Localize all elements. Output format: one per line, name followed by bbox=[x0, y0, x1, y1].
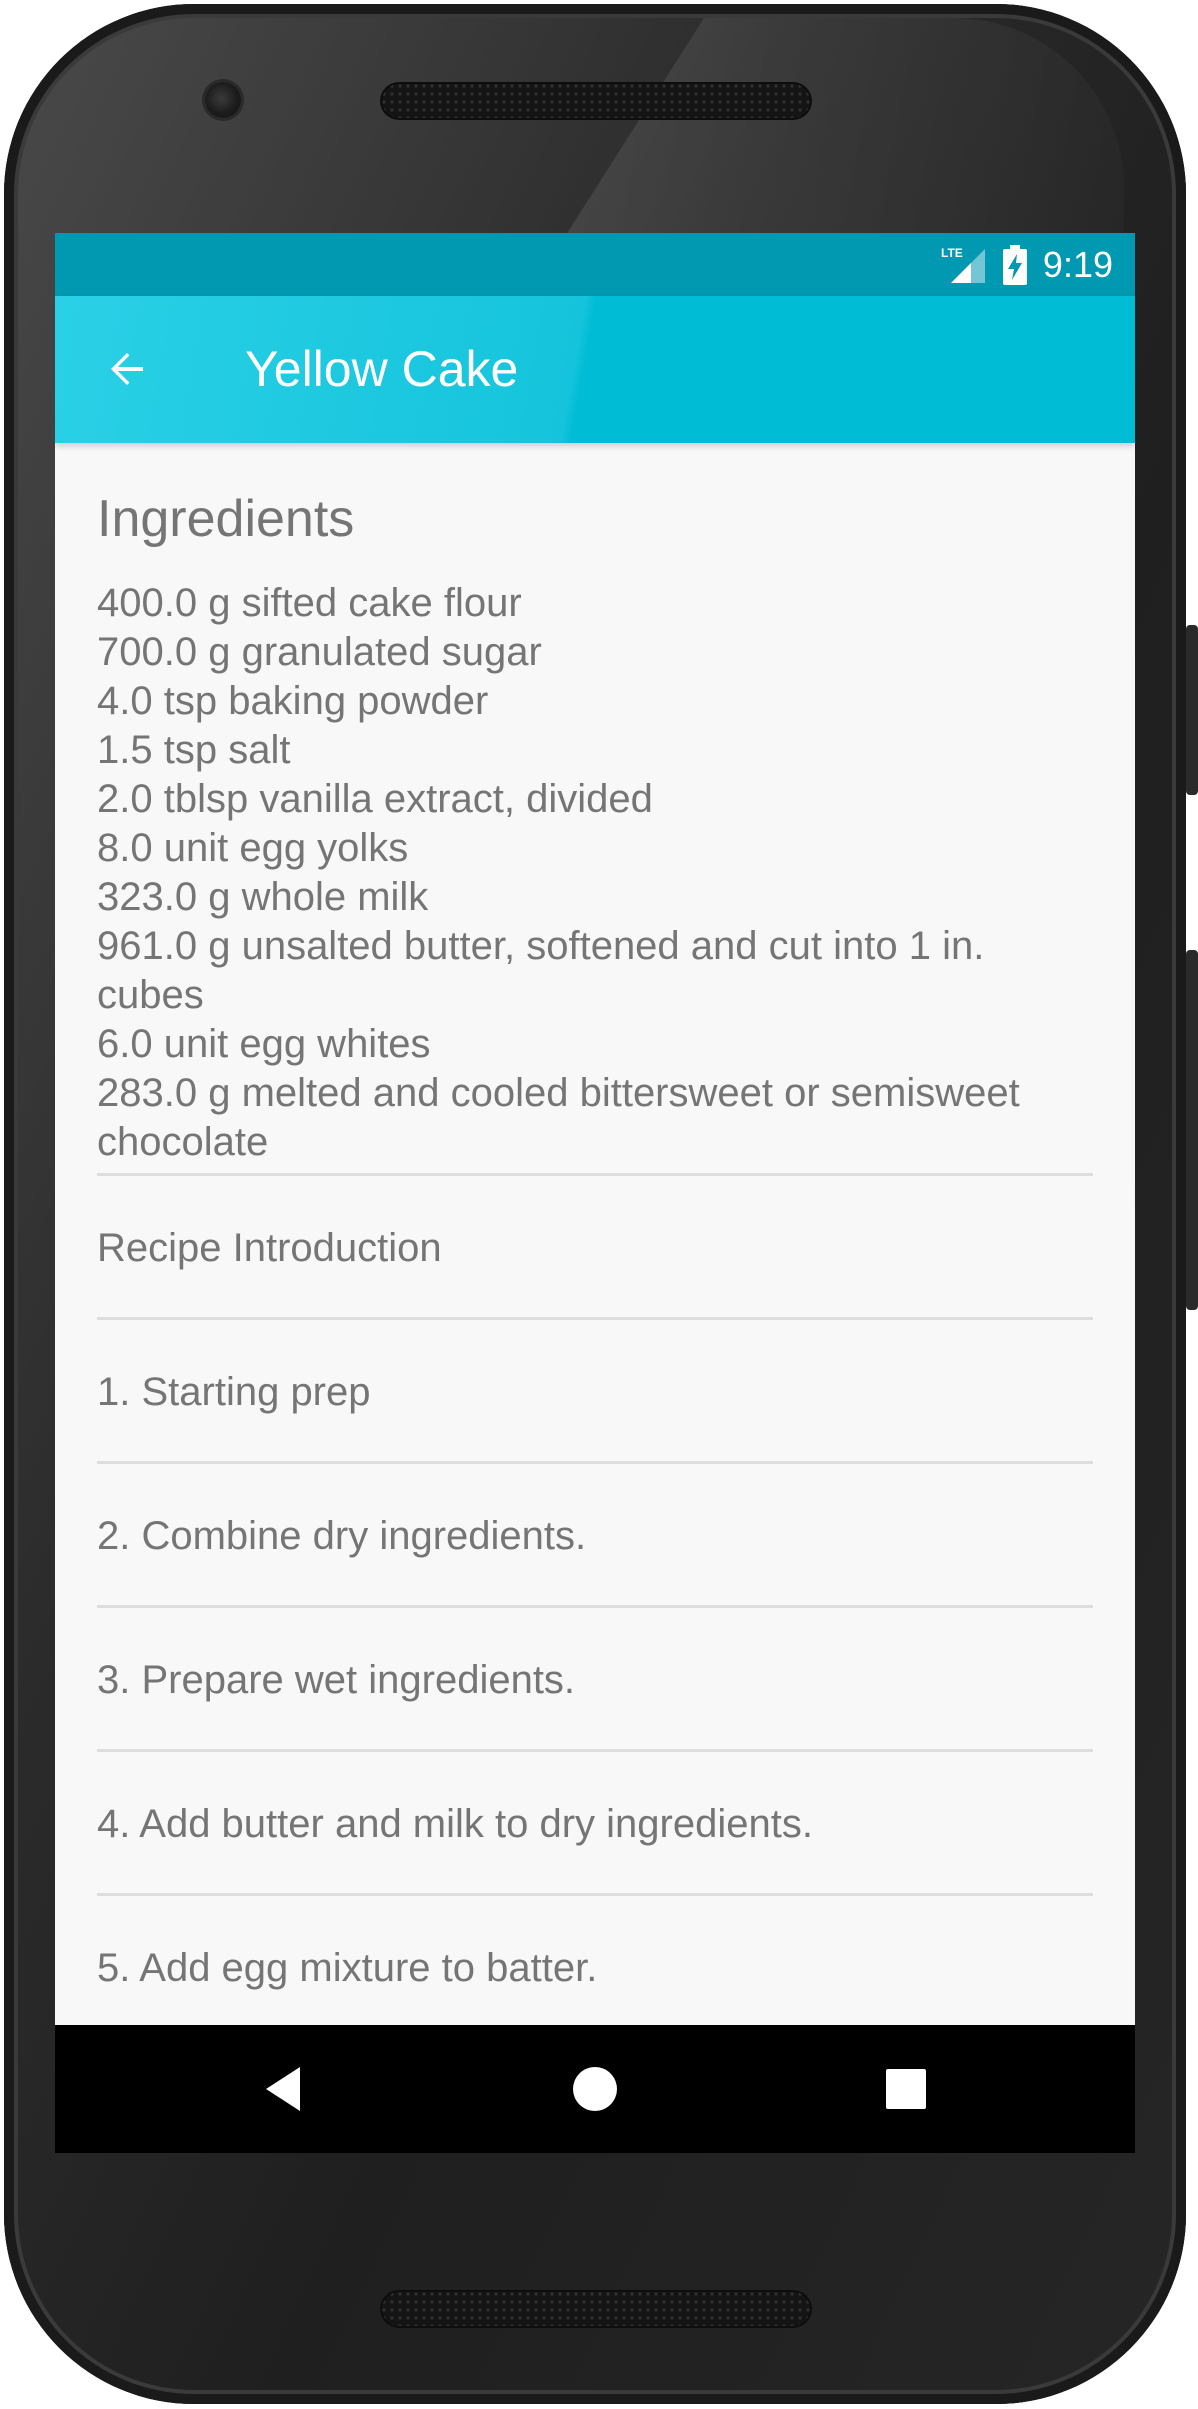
section-step-5[interactable]: 5. Add egg mixture to batter. bbox=[97, 1893, 1093, 2025]
circle-home-icon bbox=[573, 2067, 617, 2111]
ingredient-item: 2.0 tblsp vanilla extract, divided bbox=[97, 777, 653, 821]
ingredient-item: 400.0 g sifted cake flour bbox=[97, 581, 522, 625]
bottom-speaker bbox=[380, 2290, 812, 2328]
arrow-left-icon bbox=[111, 353, 143, 385]
section-label: 1. Starting prep bbox=[97, 1370, 371, 1414]
ingredient-item: 961.0 g unsalted butter, softened and cu… bbox=[97, 924, 985, 1017]
ingredient-item: 8.0 unit egg yolks bbox=[97, 826, 409, 870]
ingredients-heading: Ingredients bbox=[97, 490, 355, 548]
ingredient-item: 4.0 tsp baking powder bbox=[97, 679, 489, 723]
status-bar: LTE 9:19 bbox=[55, 233, 1135, 296]
volume-button bbox=[1186, 950, 1198, 1310]
section-step-1[interactable]: 1. Starting prep bbox=[97, 1317, 1093, 1464]
navigation-bar bbox=[55, 2025, 1135, 2153]
phone-gloss bbox=[564, 18, 1124, 238]
screen: LTE 9:19 Yellow Cake Ingredients 400.0 g… bbox=[55, 233, 1135, 2153]
status-icons: LTE 9:19 bbox=[941, 233, 1113, 296]
top-speaker bbox=[380, 82, 812, 120]
ingredient-item: 1.5 tsp salt bbox=[97, 728, 291, 772]
network-type-label: LTE bbox=[941, 246, 963, 260]
ingredient-item: 283.0 g melted and cooled bittersweet or… bbox=[97, 1071, 1020, 1164]
section-label: Recipe Introduction bbox=[97, 1226, 442, 1270]
section-label: 3. Prepare wet ingredients. bbox=[97, 1658, 576, 1702]
triangle-back-icon bbox=[266, 2067, 300, 2111]
power-button bbox=[1186, 625, 1198, 795]
square-recents-icon bbox=[886, 2069, 926, 2109]
battery-charging-icon bbox=[1002, 244, 1027, 285]
lte-signal-icon: LTE bbox=[941, 246, 985, 283]
front-camera bbox=[205, 82, 241, 118]
recipe-content[interactable]: Ingredients 400.0 g sifted cake flour 70… bbox=[55, 443, 1135, 2025]
section-label: 2. Combine dry ingredients. bbox=[97, 1514, 587, 1558]
app-bar: Yellow Cake bbox=[55, 296, 1135, 443]
status-time: 9:19 bbox=[1042, 243, 1113, 285]
back-button[interactable] bbox=[97, 339, 157, 399]
section-label: 5. Add egg mixture to batter. bbox=[97, 1946, 598, 1990]
ingredient-item: 6.0 unit egg whites bbox=[97, 1022, 431, 1066]
section-label: 4. Add butter and milk to dry ingredient… bbox=[97, 1802, 813, 1846]
nav-back-button[interactable] bbox=[220, 2025, 348, 2153]
nav-recents-button[interactable] bbox=[842, 2025, 970, 2153]
ingredients-list: 400.0 g sifted cake flour 700.0 g granul… bbox=[97, 579, 1097, 1167]
ingredient-item: 323.0 g whole milk bbox=[97, 875, 429, 919]
section-step-2[interactable]: 2. Combine dry ingredients. bbox=[97, 1461, 1093, 1608]
section-step-4[interactable]: 4. Add butter and milk to dry ingredient… bbox=[97, 1749, 1093, 1896]
ingredient-item: 700.0 g granulated sugar bbox=[97, 630, 542, 674]
section-step-3[interactable]: 3. Prepare wet ingredients. bbox=[97, 1605, 1093, 1752]
nav-home-button[interactable] bbox=[531, 2025, 659, 2153]
section-recipe-introduction[interactable]: Recipe Introduction bbox=[97, 1173, 1093, 1320]
page-title: Yellow Cake bbox=[245, 341, 519, 397]
